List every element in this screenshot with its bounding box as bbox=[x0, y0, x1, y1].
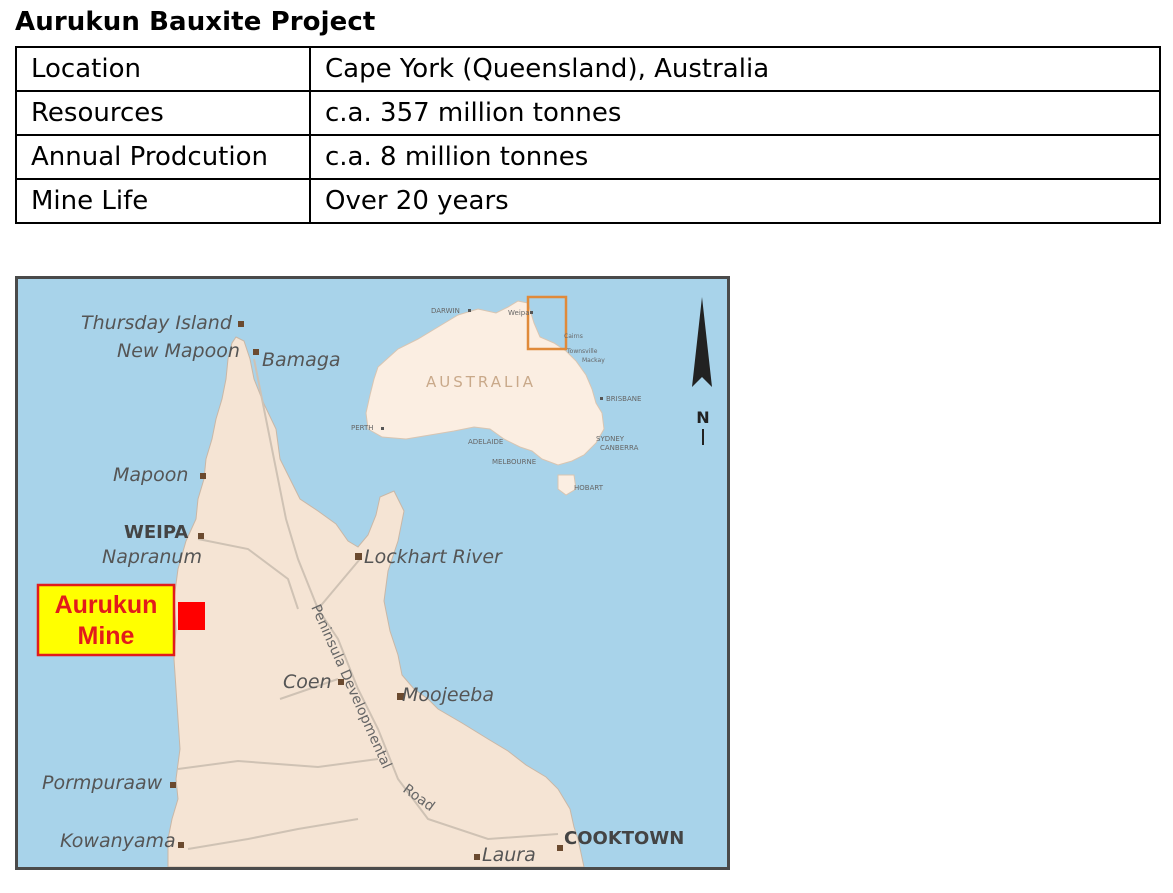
table-row: Resources c.a. 357 million tonnes bbox=[15, 90, 1161, 136]
label-pormpuraaw: Pormpuraaw bbox=[42, 772, 163, 794]
inset-hobart: HOBART bbox=[574, 484, 604, 492]
table-row: Annual Prodcution c.a. 8 million tonnes bbox=[15, 134, 1161, 180]
map-canvas: Thursday Island New Mapoon Bamaga Mapoon… bbox=[18, 279, 727, 867]
aurukun-mine-title-line1: Aurukun bbox=[55, 591, 158, 619]
marker-cooktown bbox=[557, 845, 563, 851]
inset-brisbane: BRISBANE bbox=[606, 395, 641, 403]
marker-laura bbox=[474, 854, 480, 860]
inset-mackay: Mackay bbox=[582, 357, 605, 364]
page-title: Aurukun Bauxite Project bbox=[15, 7, 376, 37]
label-thursday-island: Thursday Island bbox=[81, 312, 233, 334]
marker-inset-perth bbox=[381, 427, 384, 430]
marker-kowanyama bbox=[178, 842, 184, 848]
label-new-mapoon: New Mapoon bbox=[117, 340, 240, 362]
inset-country-label: AUSTRALIA bbox=[426, 373, 536, 391]
marker-weipa bbox=[198, 533, 204, 539]
cape-york-map: Thursday Island New Mapoon Bamaga Mapoon… bbox=[15, 276, 730, 870]
inset-cairns: Cairns bbox=[564, 333, 583, 340]
marker-lockhart-river bbox=[355, 553, 362, 560]
label-lockhart-river: Lockhart River bbox=[364, 546, 503, 568]
aurukun-mine-title-line2: Mine bbox=[78, 622, 135, 650]
marker-inset-weipa bbox=[530, 311, 533, 314]
label-napranum: Napranum bbox=[102, 546, 202, 568]
row-value: Cape York (Queensland), Australia bbox=[309, 46, 1161, 92]
row-label: Location bbox=[15, 46, 311, 92]
inset-townsville: Townsville bbox=[566, 348, 598, 355]
label-mapoon: Mapoon bbox=[113, 464, 188, 486]
row-value: c.a. 357 million tonnes bbox=[309, 90, 1161, 136]
row-label: Resources bbox=[15, 90, 311, 136]
label-bamaga: Bamaga bbox=[262, 349, 341, 371]
row-label: Annual Prodcution bbox=[15, 134, 311, 180]
inset-adelaide: ADELAIDE bbox=[468, 438, 503, 446]
label-weipa: WEIPA bbox=[124, 522, 188, 543]
marker-inset-brisbane bbox=[600, 397, 603, 400]
marker-mapoon bbox=[200, 473, 206, 479]
marker-inset-darwin bbox=[468, 309, 471, 312]
inset-weipa: Weipa bbox=[508, 309, 530, 317]
table-row: Location Cape York (Queensland), Austral… bbox=[15, 46, 1161, 92]
table-row: Mine Life Over 20 years bbox=[15, 178, 1161, 224]
label-laura: Laura bbox=[482, 844, 536, 866]
inset-melbourne: MELBOURNE bbox=[492, 458, 536, 466]
row-value: c.a. 8 million tonnes bbox=[309, 134, 1161, 180]
marker-bamaga bbox=[253, 349, 259, 355]
label-coen: Coen bbox=[283, 671, 332, 693]
north-label: N bbox=[696, 408, 709, 427]
row-value: Over 20 years bbox=[309, 178, 1161, 224]
inset-perth: PERTH bbox=[351, 424, 374, 432]
marker-thursday-island bbox=[238, 321, 244, 327]
row-label: Mine Life bbox=[15, 178, 311, 224]
label-cooktown: COOKTOWN bbox=[564, 828, 684, 849]
aurukun-mine-marker bbox=[178, 602, 205, 630]
inset-darwin: DARWIN bbox=[431, 307, 460, 315]
label-kowanyama: Kowanyama bbox=[60, 830, 176, 852]
project-info-table: Location Cape York (Queensland), Austral… bbox=[15, 46, 1161, 224]
label-moojeeba: Moojeeba bbox=[402, 684, 494, 706]
inset-canberra: CANBERRA bbox=[600, 444, 639, 452]
marker-pormpuraaw bbox=[170, 782, 176, 788]
inset-sydney: SYDNEY bbox=[596, 435, 625, 443]
